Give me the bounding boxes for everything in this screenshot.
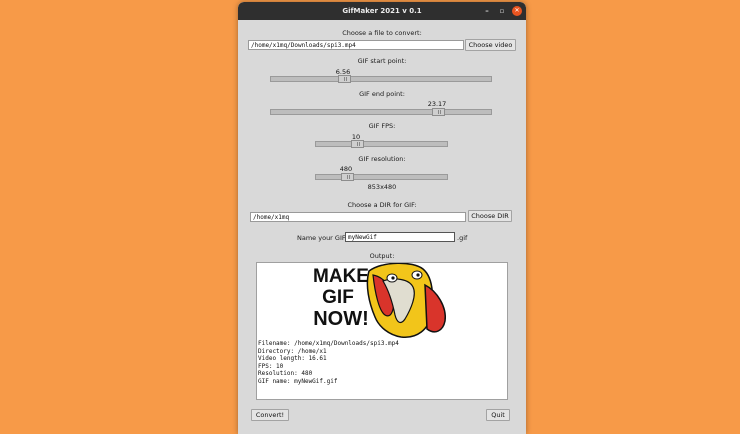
- choose-dir-button[interactable]: Choose DIR: [468, 210, 512, 222]
- gif-name-input[interactable]: myNewGif: [345, 232, 455, 242]
- info-line: FPS: 10: [258, 362, 284, 370]
- titlebar: GifMaker 2021 v 0.1 – ▫ ✕: [238, 2, 526, 20]
- resolution-dimensions: 853x480: [367, 183, 397, 191]
- end-slider[interactable]: [270, 108, 492, 116]
- info-line: GIF name: myNewGif.gif: [258, 377, 338, 385]
- minimize-icon[interactable]: –: [482, 6, 492, 16]
- gif-text-line: MAKE: [313, 266, 369, 287]
- quit-button[interactable]: Quit: [486, 409, 510, 421]
- start-slider-handle[interactable]: [338, 75, 351, 83]
- gif-suffix: .gif: [457, 234, 468, 242]
- resolution-value: 480: [339, 165, 353, 173]
- file-label: Choose a file to convert:: [342, 29, 422, 37]
- fps-slider-handle[interactable]: [351, 140, 364, 148]
- info-line: Video length: 16.61: [258, 355, 327, 363]
- start-label: GIF start point:: [357, 57, 407, 65]
- conversion-info: Filename: /home/x1mq/Downloads/spi3.mp4 D…: [258, 340, 399, 386]
- gif-preview-image: MAKE GIF NOW!: [313, 263, 446, 338]
- convert-button[interactable]: Convert!: [251, 409, 289, 421]
- gifmaker-window: GifMaker 2021 v 0.1 – ▫ ✕ Choose a file …: [238, 2, 526, 434]
- resolution-slider[interactable]: [315, 173, 448, 181]
- output-panel: MAKE GIF NOW! Filename: /home/x1mq/Downl…: [256, 262, 508, 400]
- info-line: Filename: /home/x1mq/Downloads/spi3.mp4: [258, 340, 399, 347]
- fps-label: GIF FPS:: [368, 122, 396, 130]
- end-label: GIF end point:: [359, 90, 405, 98]
- gif-text-line: NOW!: [313, 308, 369, 330]
- choose-video-button[interactable]: Choose video: [465, 39, 516, 51]
- fps-slider[interactable]: [315, 140, 448, 148]
- resolution-label: GIF resolution:: [358, 155, 406, 163]
- start-slider[interactable]: [270, 75, 492, 83]
- info-line: Directory: /home/x1: [258, 347, 327, 355]
- dir-label: Choose a DIR for GIF:: [347, 201, 417, 209]
- name-label: Name your GIF:: [297, 234, 348, 242]
- video-path-field[interactable]: /home/x1mq/Downloads/spi3.mp4: [248, 40, 464, 50]
- dir-path-field[interactable]: /home/x1mq: [250, 212, 466, 222]
- maximize-icon[interactable]: ▫: [497, 6, 507, 16]
- info-line: Resolution: 480: [258, 370, 313, 378]
- resolution-slider-handle[interactable]: [341, 173, 354, 181]
- end-slider-handle[interactable]: [432, 108, 445, 116]
- output-label: Output:: [369, 252, 395, 260]
- gif-text-line: GIF: [322, 287, 354, 308]
- end-value: 23.17: [427, 100, 447, 108]
- close-icon[interactable]: ✕: [512, 6, 522, 16]
- window-title: GifMaker 2021 v 0.1: [342, 7, 422, 15]
